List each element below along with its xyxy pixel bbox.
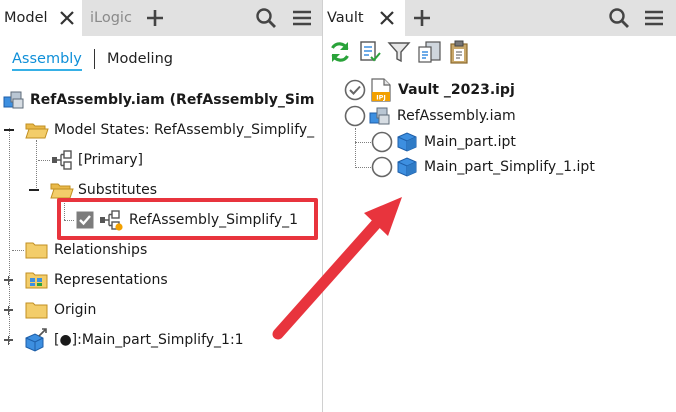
- folder-open-icon: [25, 123, 49, 139]
- tree-row-root[interactable]: RefAssembly.iam (RefAssembly_Sim: [0, 88, 322, 112]
- vault-row-part2[interactable]: Main_part_Simplify_1.ipt: [323, 155, 676, 179]
- filter-icon[interactable]: [387, 40, 411, 64]
- expand-icon-vertical: [7, 305, 10, 315]
- vault-tabbar: Vault: [323, 0, 676, 36]
- subtab-assembly[interactable]: Assembly: [12, 51, 82, 71]
- expand-icon-vertical: [7, 275, 10, 285]
- vault-browser-panel: Vault IPJ Vault _2023.ipj RefAssembly.ia…: [322, 0, 676, 412]
- tree-row-primary[interactable]: [Primary]: [0, 148, 322, 172]
- highlight-box: [57, 198, 318, 240]
- vault-part1-label: Main_part.ipt: [424, 134, 516, 150]
- project-file-icon: IPJ: [371, 78, 391, 102]
- tree-relationships-label: Relationships: [54, 242, 148, 258]
- close-icon[interactable]: [58, 9, 76, 27]
- search-icon[interactable]: [255, 7, 277, 29]
- tree-main-part-label: [●]:Main_part_Simplify_1:1: [54, 332, 244, 348]
- tab-vault-label: Vault: [327, 10, 364, 26]
- folder-icon: [25, 302, 48, 319]
- vault-row-project[interactable]: IPJ Vault _2023.ipj: [323, 78, 676, 102]
- part-icon: [397, 157, 417, 177]
- tab-ilogic-label: iLogic: [90, 10, 132, 26]
- tab-vault[interactable]: Vault: [323, 0, 405, 36]
- tree-row-model-states[interactable]: Model States: RefAssembly_Simplify_: [0, 118, 322, 142]
- tree-root-label: RefAssembly.iam (RefAssembly_Sim: [30, 92, 315, 108]
- subtab-modeling[interactable]: Modeling: [107, 51, 173, 67]
- status-empty-icon: [371, 156, 393, 178]
- collapse-icon[interactable]: [4, 129, 14, 131]
- checklist-icon[interactable]: [358, 40, 382, 64]
- folder-open-icon: [50, 183, 74, 199]
- add-tab-icon[interactable]: [411, 7, 433, 29]
- vault-row-part1[interactable]: Main_part.ipt: [323, 130, 676, 154]
- vault-row-assembly[interactable]: RefAssembly.iam: [323, 104, 676, 128]
- tab-model[interactable]: Model: [0, 0, 82, 36]
- tree-representations-label: Representations: [54, 272, 168, 288]
- close-icon[interactable]: [378, 9, 396, 27]
- subtab-separator: [94, 49, 95, 69]
- clipboard-icon[interactable]: [449, 40, 469, 64]
- derived-part-icon: [25, 328, 47, 352]
- project-badge: IPJ: [376, 94, 386, 102]
- tree-row-origin[interactable]: Origin: [0, 298, 322, 322]
- status-empty-icon: [344, 105, 366, 127]
- assembly-icon: [3, 91, 24, 109]
- refresh-icon[interactable]: [328, 40, 352, 64]
- search-icon[interactable]: [608, 7, 630, 29]
- add-tab-icon[interactable]: [144, 7, 166, 29]
- tree-row-main-part[interactable]: [●]:Main_part_Simplify_1:1: [0, 328, 322, 352]
- tree-origin-label: Origin: [54, 302, 97, 318]
- tree-row-representations[interactable]: Representations: [0, 268, 322, 292]
- vault-project-label: Vault _2023.ipj: [398, 82, 515, 98]
- expand-icon-vertical: [7, 335, 10, 345]
- part-icon: [397, 132, 417, 152]
- collapse-icon[interactable]: [29, 189, 39, 191]
- tree-row-relationships[interactable]: Relationships: [0, 238, 322, 262]
- model-tabbar: Model iLogic: [0, 0, 322, 36]
- status-empty-icon: [371, 131, 393, 153]
- tree-primary-label: [Primary]: [78, 152, 144, 168]
- menu-icon[interactable]: [291, 7, 313, 29]
- tree-model-states-label: Model States: RefAssembly_Simplify_: [54, 122, 315, 138]
- model-state-icon: [52, 150, 72, 170]
- representations-folder-icon: [25, 272, 48, 289]
- vault-assembly-label: RefAssembly.iam: [397, 108, 516, 124]
- model-browser-panel: Model iLogic Assembly Modeling RefAssemb…: [0, 0, 322, 412]
- tree-substitutes-label: Substitutes: [78, 182, 158, 198]
- menu-icon[interactable]: [643, 7, 665, 29]
- checked-in-status-icon: [344, 79, 366, 101]
- folder-icon: [25, 242, 48, 259]
- tab-ilogic[interactable]: iLogic: [86, 0, 146, 36]
- vault-part2-label: Main_part_Simplify_1.ipt: [424, 159, 595, 175]
- open-window-icon[interactable]: [417, 40, 443, 64]
- assembly-icon: [369, 107, 390, 125]
- tab-model-label: Model: [4, 10, 48, 26]
